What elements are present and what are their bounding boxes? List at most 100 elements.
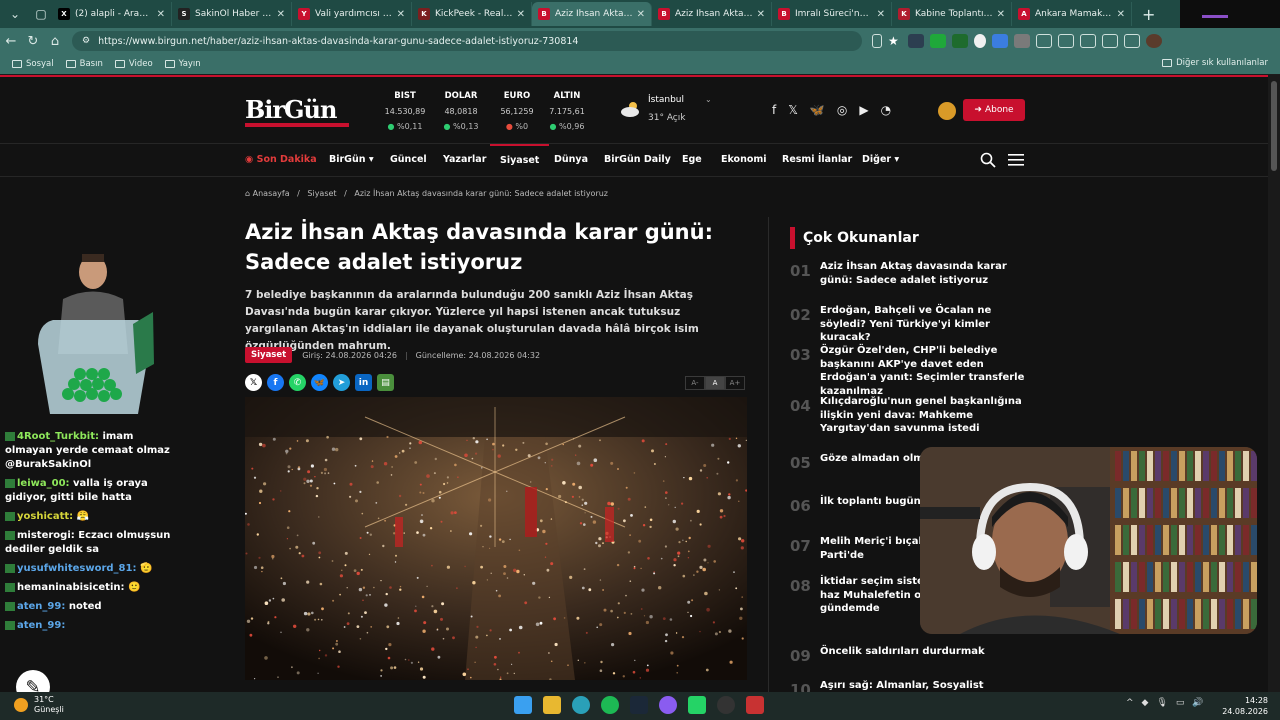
- share-x-icon[interactable]: 𝕏: [245, 374, 262, 391]
- close-tab-icon[interactable]: ✕: [877, 9, 885, 20]
- browser-tab[interactable]: B Aziz İhsan Aktaş davası ✕: [532, 2, 652, 26]
- tab-actions-icon[interactable]: ▢: [30, 3, 52, 25]
- nav-birgun-daily[interactable]: BirGün Daily: [604, 144, 671, 176]
- chevron-up-icon[interactable]: ^: [1126, 698, 1134, 708]
- bookmark-folder-video[interactable]: Video: [114, 59, 153, 69]
- font-increase-button[interactable]: A+: [725, 376, 745, 390]
- close-tab-icon[interactable]: ✕: [157, 9, 165, 20]
- bluesky-icon[interactable]: 🦋: [810, 103, 825, 117]
- close-tab-icon[interactable]: ✕: [997, 9, 1005, 20]
- app-icon[interactable]: [746, 696, 764, 714]
- nav-son-dakika[interactable]: ◉ Son Dakika: [245, 144, 317, 176]
- chat-username[interactable]: yusufwhitesword_81:: [17, 563, 136, 574]
- youtube-icon[interactable]: ▶: [859, 103, 868, 117]
- scrollbar-thumb[interactable]: [1271, 81, 1277, 171]
- volume-icon[interactable]: 🔊: [1192, 698, 1203, 708]
- extensions-puzzle-icon[interactable]: [1036, 34, 1052, 48]
- subscribe-button[interactable]: ➜ Abone: [963, 99, 1025, 121]
- close-tab-icon[interactable]: ✕: [277, 9, 285, 20]
- new-tab-button[interactable]: +: [1142, 5, 1155, 24]
- nav-guncel[interactable]: Güncel: [390, 144, 427, 176]
- other-bookmarks[interactable]: Diğer sık kullanılanlar: [1162, 58, 1268, 68]
- file-explorer-icon[interactable]: [543, 696, 561, 714]
- breadcrumb-home[interactable]: Anasayfa: [253, 189, 290, 198]
- favorite-star-icon[interactable]: ★: [888, 34, 902, 48]
- nav-ekonomi[interactable]: Ekonomi: [721, 144, 767, 176]
- site-info-icon[interactable]: ⚙: [82, 36, 90, 46]
- nav-birgun[interactable]: BirGün ▾: [329, 144, 374, 176]
- close-tab-icon[interactable]: ✕: [757, 9, 765, 20]
- nav-diger[interactable]: Diğer ▾: [862, 144, 899, 176]
- share-telegram-icon[interactable]: ➤: [333, 374, 350, 391]
- edge-browser-icon[interactable]: [572, 696, 590, 714]
- nav-resmi-ilanlar[interactable]: Resmi İlanlar: [782, 144, 852, 176]
- taskbar-weather[interactable]: 31°C Güneşli: [14, 695, 64, 715]
- bookmark-folder-yayin[interactable]: Yayın: [164, 59, 201, 69]
- extension-icon[interactable]: [992, 34, 1008, 48]
- extension-icon[interactable]: [1014, 34, 1030, 48]
- browser-tab[interactable]: X (2) alapli - Arama / X ✕: [52, 2, 172, 26]
- app-icon[interactable]: [659, 696, 677, 714]
- nav-ege[interactable]: Ege: [682, 144, 702, 176]
- birgun-logo[interactable]: BirGün: [245, 95, 349, 127]
- reload-icon[interactable]: ↻: [22, 34, 44, 49]
- share-bluesky-icon[interactable]: 🦋: [311, 374, 328, 391]
- split-screen-icon[interactable]: [1058, 34, 1074, 48]
- close-tab-icon[interactable]: ✕: [1117, 9, 1125, 20]
- steam-icon[interactable]: [630, 696, 648, 714]
- share-google-news-icon[interactable]: ▤: [377, 374, 394, 391]
- reader-mode-icon[interactable]: [872, 34, 882, 48]
- back-icon[interactable]: ←: [0, 34, 22, 49]
- share-linkedin-icon[interactable]: in: [355, 374, 372, 391]
- browser-tab[interactable]: Y Vali yardımcısı hasta ka ✕: [292, 2, 412, 26]
- facebook-icon[interactable]: f: [772, 103, 776, 117]
- nav-yazarlar[interactable]: Yazarlar: [443, 144, 486, 176]
- chevron-down-icon[interactable]: ⌄: [705, 95, 712, 104]
- font-decrease-button[interactable]: A-: [685, 376, 705, 390]
- collections-icon[interactable]: [1102, 34, 1118, 48]
- close-tab-icon[interactable]: ✕: [397, 9, 405, 20]
- browser-essentials-icon[interactable]: [1124, 34, 1140, 48]
- rss-icon[interactable]: ◔: [881, 103, 891, 117]
- browser-tab[interactable]: A Ankara Mamak'ta ağaç ✕: [1012, 2, 1132, 26]
- browser-tab[interactable]: S SakinOl Haber Merkezi ✕: [172, 2, 292, 26]
- home-icon[interactable]: ⌂: [44, 34, 66, 49]
- extension-icon[interactable]: [952, 34, 968, 48]
- chat-username[interactable]: yoshicatt:: [17, 511, 73, 522]
- browser-tab[interactable]: B Aziz İhsan Aktaş davası ✕: [652, 2, 772, 26]
- favorites-icon[interactable]: [1080, 34, 1096, 48]
- browser-tab[interactable]: K Kabine Toplantısı 3'ünc ✕: [892, 2, 1012, 26]
- hamburger-menu-icon[interactable]: [1008, 154, 1024, 166]
- whatsapp-icon[interactable]: [688, 696, 706, 714]
- bookmark-folder-sosyal[interactable]: Sosyal: [12, 59, 54, 69]
- chat-username[interactable]: hemaninabisicetin:: [17, 582, 125, 593]
- extension-icon[interactable]: [908, 34, 924, 48]
- chat-username[interactable]: misterogi:: [17, 530, 75, 541]
- start-button-icon[interactable]: [514, 696, 532, 714]
- taskbar-clock[interactable]: 14:28 24.08.2026: [1222, 695, 1268, 717]
- network-icon[interactable]: ▭: [1176, 698, 1185, 708]
- search-icon[interactable]: [980, 152, 996, 168]
- browser-tab[interactable]: K KickPeek - Real-time UI ✕: [412, 2, 532, 26]
- microphone-icon[interactable]: 🎙: [1156, 698, 1167, 708]
- chat-username[interactable]: aten_99:: [17, 601, 65, 612]
- url-field[interactable]: ⚙ https://www.birgun.net/haber/aziz-ihsa…: [72, 31, 862, 51]
- share-whatsapp-icon[interactable]: ✆: [289, 374, 306, 391]
- browser-tab[interactable]: B İmralı Süreci'nde yeni a ✕: [772, 2, 892, 26]
- tab-list-chevron-icon[interactable]: ⌄: [4, 3, 26, 25]
- chat-username[interactable]: leiwa_00:: [17, 478, 70, 489]
- close-tab-icon[interactable]: ✕: [637, 9, 645, 20]
- chat-username[interactable]: 4Root_Turkbit:: [17, 431, 99, 442]
- tray-app-icon[interactable]: ◆: [1142, 698, 1149, 708]
- nav-dunya[interactable]: Dünya: [554, 144, 588, 176]
- chat-username[interactable]: aten_99:: [17, 620, 65, 631]
- spotify-icon[interactable]: [601, 696, 619, 714]
- x-icon[interactable]: 𝕏: [788, 103, 798, 117]
- extension-icon[interactable]: [930, 34, 946, 48]
- font-normal-button[interactable]: A: [705, 376, 725, 390]
- close-tab-icon[interactable]: ✕: [517, 9, 525, 20]
- theme-toggle-icon[interactable]: [938, 102, 956, 120]
- share-facebook-icon[interactable]: f: [267, 374, 284, 391]
- breadcrumb-category[interactable]: Siyaset: [307, 189, 336, 198]
- extension-icon[interactable]: [974, 34, 986, 48]
